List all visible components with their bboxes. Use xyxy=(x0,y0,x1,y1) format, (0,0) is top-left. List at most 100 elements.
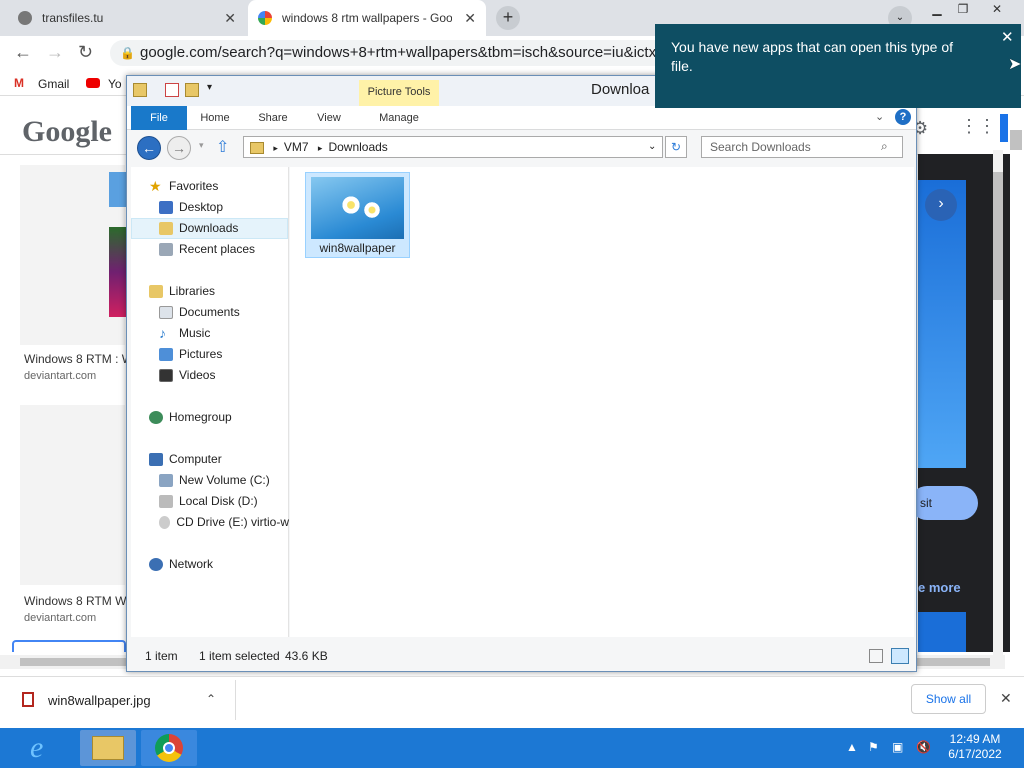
chevron-right-icon[interactable]: › xyxy=(925,189,957,221)
nav-documents[interactable]: Documents xyxy=(159,302,240,323)
recent-locations-icon[interactable]: ▾ xyxy=(199,140,204,151)
url-text: google.com/search?q=windows+8+rtm+wallpa… xyxy=(140,44,670,61)
close-tab-icon[interactable]: ✕ xyxy=(224,10,236,27)
status-bar: 1 item 1 item selected 43.6 KB xyxy=(127,643,916,671)
restore-icon[interactable]: ❐ xyxy=(948,2,978,16)
ribbon-tab-share[interactable]: Share xyxy=(251,106,295,130)
breadcrumb-vm7[interactable]: VM7 xyxy=(284,140,309,154)
show-hidden-icons-icon[interactable]: ▲ xyxy=(846,740,858,754)
new-tab-button[interactable]: + xyxy=(496,6,520,30)
nav-desktop[interactable]: Desktop xyxy=(159,197,223,218)
nav-downloads[interactable]: Downloads xyxy=(159,218,238,239)
ribbon-tab-view[interactable]: View xyxy=(307,106,351,130)
tab-transfiles[interactable]: transfiles.tu ✕ xyxy=(8,0,246,36)
back-icon[interactable]: ← xyxy=(14,42,32,63)
daisy-shape xyxy=(363,201,381,219)
account-button[interactable] xyxy=(1000,114,1008,142)
download-filename[interactable]: win8wallpaper.jpg xyxy=(48,693,151,708)
help-icon[interactable]: ? xyxy=(895,109,911,125)
computer-icon xyxy=(149,453,163,466)
navigation-pane: ★ Favorites Desktop Downloads Recent plac… xyxy=(131,167,289,637)
forward-icon[interactable]: → xyxy=(167,136,191,160)
explorer-address-bar[interactable]: ▸ VM7 ▸ Downloads ⌄ xyxy=(243,136,663,158)
chrome-center xyxy=(163,742,175,754)
chrome-taskbar-icon[interactable] xyxy=(141,730,197,766)
nav-homegroup[interactable]: Homegroup xyxy=(149,407,232,428)
breadcrumb-downloads[interactable]: Downloads xyxy=(328,140,387,154)
close-window-icon[interactable]: ✕ xyxy=(982,2,1012,16)
status-size: 43.6 KB xyxy=(285,649,328,663)
scrollbar-thumb[interactable] xyxy=(993,172,1003,300)
pictures-icon xyxy=(159,348,173,361)
close-downloads-icon[interactable]: ✕ xyxy=(1000,690,1012,707)
breadcrumb-chevron-icon: ▸ xyxy=(273,143,278,153)
volume-muted-icon[interactable]: 🔇 xyxy=(916,740,931,754)
google-icon xyxy=(258,11,272,25)
nav-libraries[interactable]: Libraries xyxy=(149,281,215,302)
network-tray-icon[interactable]: ▣ xyxy=(892,740,903,754)
action-center-flag-icon[interactable]: ⚑ xyxy=(868,740,879,754)
close-tab-icon[interactable]: ✕ xyxy=(464,10,476,27)
close-notification-icon[interactable]: ✕ xyxy=(1001,28,1014,47)
large-icons-view-icon[interactable] xyxy=(891,648,909,664)
nav-pictures[interactable]: Pictures xyxy=(159,344,222,365)
result-thumbnail[interactable] xyxy=(12,640,126,652)
taskbar-clock[interactable]: 12:49 AM 6/17/2022 xyxy=(940,732,1010,762)
internet-explorer-icon[interactable]: e xyxy=(16,730,72,766)
result-image-strip xyxy=(109,227,126,317)
ribbon-tab-home[interactable]: Home xyxy=(193,106,237,130)
address-bar[interactable]: 🔒 google.com/search?q=windows+8+rtm+wall… xyxy=(110,40,670,66)
file-item-win8wallpaper[interactable]: win8wallpaper xyxy=(305,172,410,258)
ribbon-tab-file[interactable]: File xyxy=(131,106,187,130)
chrome-icon xyxy=(155,734,183,762)
tab-google-search[interactable]: windows 8 rtm wallpapers - Goo ✕ xyxy=(248,0,486,36)
nav-videos[interactable]: Videos xyxy=(159,365,215,386)
visit-button[interactable]: sit xyxy=(910,486,978,520)
nav-music[interactable]: ♪ Music xyxy=(159,323,210,344)
see-more-link[interactable]: e more xyxy=(918,580,961,595)
nav-local-disk-d[interactable]: Local Disk (D:) xyxy=(159,491,258,512)
picture-tools-label: Picture Tools xyxy=(359,80,439,106)
new-folder-icon[interactable] xyxy=(185,83,199,97)
status-item-count: 1 item xyxy=(145,649,178,663)
details-view-icon[interactable] xyxy=(869,649,883,663)
quick-access-dropdown-icon[interactable]: ▾ xyxy=(207,82,212,93)
result-caption[interactable]: Windows 8 RTM : W xyxy=(24,352,126,366)
search-icon: ⌕ xyxy=(881,139,888,153)
videos-icon xyxy=(159,369,173,382)
nav-favorites[interactable]: ★ Favorites xyxy=(149,176,218,197)
show-all-button[interactable]: Show all xyxy=(911,684,986,714)
address-dropdown-icon[interactable]: ⌄ xyxy=(648,137,656,157)
cd-drive-icon xyxy=(159,516,171,529)
nav-computer[interactable]: Computer xyxy=(149,449,222,470)
nav-network[interactable]: Network xyxy=(149,554,213,575)
google-logo[interactable]: Google xyxy=(22,115,112,149)
ribbon-tab-manage[interactable]: Manage xyxy=(369,106,429,130)
nav-recent-places[interactable]: Recent places xyxy=(159,239,255,260)
up-icon[interactable]: ⇧ xyxy=(216,137,229,157)
result-caption[interactable]: Windows 8 RTM W xyxy=(24,594,126,608)
forward-icon[interactable]: → xyxy=(46,42,64,63)
divider xyxy=(235,680,236,720)
bookmark-youtube[interactable]: Yo xyxy=(108,77,122,91)
clock-time: 12:49 AM xyxy=(949,732,1001,746)
nav-new-volume-c[interactable]: New Volume (C:) xyxy=(159,470,270,491)
refresh-icon[interactable]: ↻ xyxy=(665,136,687,158)
file-explorer-taskbar-icon[interactable] xyxy=(80,730,136,766)
homegroup-icon xyxy=(149,411,163,424)
preview-image[interactable] xyxy=(918,180,966,468)
expand-ribbon-icon[interactable]: ⌄ xyxy=(875,110,884,123)
scrollbar-thumb[interactable] xyxy=(1010,130,1022,150)
network-icon xyxy=(149,558,163,571)
chevron-up-icon[interactable]: ⌃ xyxy=(206,692,216,706)
new-apps-notification[interactable]: You have new apps that can open this typ… xyxy=(655,24,1021,108)
back-icon[interactable]: ← xyxy=(137,136,161,160)
reload-icon[interactable]: ↻ xyxy=(78,42,93,63)
folder-icon xyxy=(92,736,124,760)
nav-cd-drive-e[interactable]: CD Drive (E:) virtio-w xyxy=(159,512,289,533)
result-thumbnail[interactable] xyxy=(20,405,125,585)
preview-thumbnail[interactable] xyxy=(918,612,966,652)
properties-icon[interactable] xyxy=(165,83,179,97)
bookmark-gmail[interactable]: Gmail xyxy=(38,77,69,91)
search-downloads-input[interactable]: Search Downloads xyxy=(701,136,903,158)
